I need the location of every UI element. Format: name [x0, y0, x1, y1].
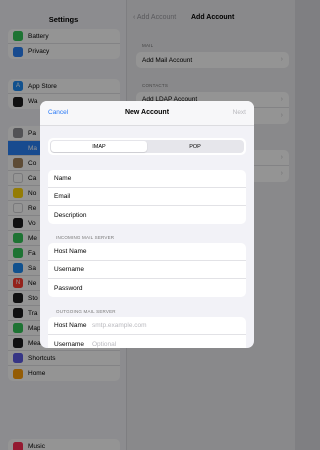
outgoing-server-label: OUTGOING MAIL SERVER	[56, 309, 116, 314]
description-field[interactable]: Description	[48, 206, 246, 224]
next-button[interactable]: Next	[233, 109, 246, 116]
outgoing-username-field[interactable]: Username	[48, 335, 246, 348]
incoming-server-label: INCOMING MAIL SERVER	[56, 235, 115, 240]
sheet-title: New Account	[124, 109, 170, 116]
account-info-group: Name Email Description	[48, 170, 246, 224]
incoming-password-field[interactable]: Password	[48, 279, 246, 297]
outgoing-host-name-input[interactable]	[92, 322, 246, 329]
outgoing-host-name-label: Host Name	[54, 322, 87, 329]
name-label: Name	[54, 175, 72, 182]
incoming-username-label: Username	[54, 266, 84, 273]
account-type-segmented-control: IMAP POP	[50, 140, 244, 153]
sheet-header: Cancel New Account Next	[40, 101, 254, 126]
description-label: Description	[54, 211, 87, 219]
email-label: Email	[54, 193, 71, 200]
incoming-server-group: Host Name Username Password	[48, 243, 246, 297]
incoming-password-label: Password	[54, 284, 83, 292]
outgoing-host-name-field[interactable]: Host Name	[48, 317, 246, 335]
account-type-card: IMAP POP	[48, 138, 246, 155]
outgoing-server-group: Host Name Username	[48, 317, 246, 348]
incoming-host-name-label: Host Name	[54, 248, 87, 255]
name-field[interactable]: Name	[48, 170, 246, 188]
incoming-username-field[interactable]: Username	[48, 261, 246, 279]
new-account-sheet: Cancel New Account Next IMAP POP Name Em…	[40, 101, 254, 348]
segment-imap[interactable]: IMAP	[51, 141, 147, 152]
outgoing-username-label: Username	[54, 340, 84, 348]
email-field[interactable]: Email	[48, 188, 246, 206]
segment-pop[interactable]: POP	[147, 141, 243, 152]
outgoing-username-input[interactable]	[92, 340, 246, 348]
incoming-host-name-field[interactable]: Host Name	[48, 243, 246, 261]
